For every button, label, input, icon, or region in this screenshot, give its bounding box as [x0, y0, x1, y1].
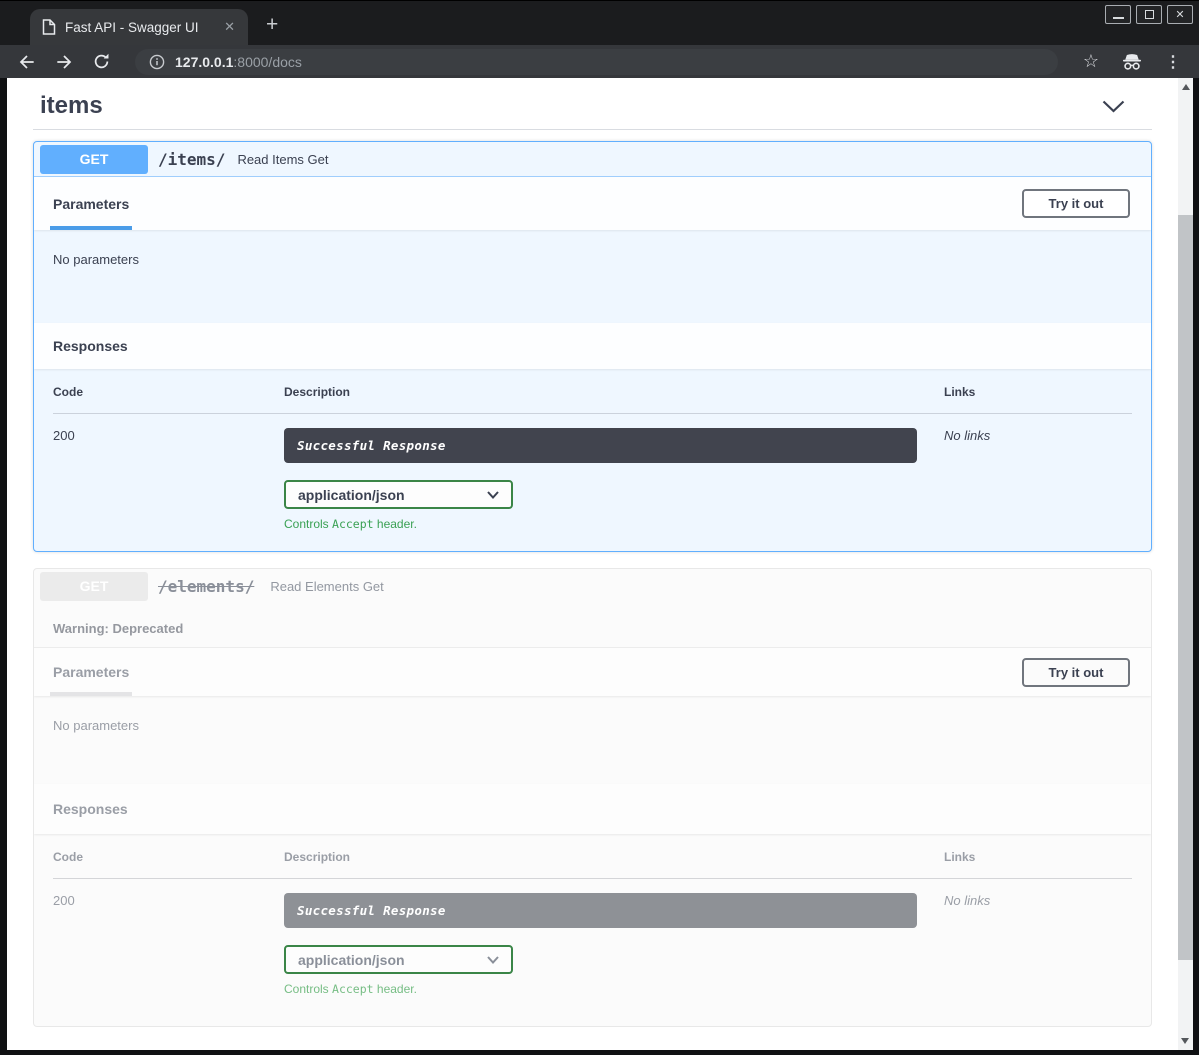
vertical-scrollbar[interactable]: [1178, 78, 1193, 1050]
new-tab-button[interactable]: +: [266, 13, 278, 37]
page-viewport: items GET /items/ Read Items Get: [0, 78, 1199, 1055]
window-controls: ✕: [1105, 5, 1193, 24]
response-row-200: 200 Successful Response application/json…: [53, 879, 1132, 996]
browser-toolbar: 127.0.0.1:8000/docs ☆ ⋮: [0, 45, 1199, 78]
parameters-header: Parameters Try it out: [34, 177, 1151, 230]
responses-body: Code Description Links 200 Successful Re…: [34, 369, 1151, 551]
responses-header: Responses: [34, 784, 1151, 834]
response-row-200: 200 Successful Response application/json…: [53, 414, 1132, 531]
operation-path: /items/: [158, 150, 225, 169]
maximize-button[interactable]: [1136, 5, 1162, 24]
col-links-header: Links: [944, 385, 1132, 399]
url-bar[interactable]: 127.0.0.1:8000/docs: [135, 49, 1058, 75]
scrollbar-up-icon[interactable]: [1182, 84, 1190, 90]
response-description-box: Successful Response: [284, 893, 917, 928]
col-code-header: Code: [53, 385, 284, 399]
try-it-out-button[interactable]: Try it out: [1022, 658, 1130, 687]
browser-tab[interactable]: Fast API - Swagger UI ✕: [30, 9, 248, 45]
media-type-value: application/json: [298, 952, 405, 968]
method-badge: GET: [40, 572, 148, 601]
accept-header-note: Controls Accept header.: [284, 517, 944, 531]
back-button[interactable]: [16, 51, 38, 73]
reload-button[interactable]: [90, 51, 112, 73]
toolbar-right-icons: ☆ ⋮: [1083, 51, 1181, 72]
opblock-get-items: GET /items/ Read Items Get Parameters Tr…: [33, 141, 1152, 552]
opblock-summary[interactable]: GET /elements/ Read Elements Get: [34, 569, 1151, 604]
chevron-down-icon[interactable]: [1101, 99, 1126, 114]
parameters-header: Parameters Try it out: [34, 648, 1151, 696]
section-divider: [33, 129, 1152, 130]
opblock-get-elements-deprecated: GET /elements/ Read Elements Get Warning…: [33, 568, 1152, 1027]
col-description-header: Description: [284, 385, 944, 399]
col-code-header: Code: [53, 850, 284, 864]
tab-parameters[interactable]: Parameters: [53, 648, 129, 696]
response-description-cell: Successful Response application/json Con…: [284, 893, 944, 996]
minimize-icon: [1113, 17, 1124, 19]
parameters-body: No parameters: [34, 230, 1151, 323]
response-code: 200: [53, 893, 284, 996]
response-links: No links: [944, 428, 1132, 531]
tag-title: items: [40, 92, 103, 120]
no-parameters-text: No parameters: [53, 252, 139, 267]
tab-title: Fast API - Swagger UI: [65, 20, 212, 35]
response-code: 200: [53, 428, 284, 531]
accept-header-note: Controls Accept header.: [284, 982, 944, 996]
browser-menu-icon[interactable]: ⋮: [1165, 52, 1181, 72]
responses-title: Responses: [53, 338, 128, 354]
responses-table-header: Code Description Links: [53, 385, 1132, 414]
document-icon: [42, 19, 56, 35]
operation-summary-text: Read Elements Get: [270, 579, 383, 594]
media-type-select[interactable]: application/json: [284, 480, 513, 509]
operation-summary-text: Read Items Get: [237, 152, 328, 167]
site-info-icon[interactable]: [149, 54, 165, 70]
tab-parameters[interactable]: Parameters: [53, 177, 129, 230]
minimize-button[interactable]: [1105, 5, 1131, 24]
method-badge: GET: [40, 145, 148, 174]
media-type-select[interactable]: application/json: [284, 945, 513, 974]
select-chevron-icon: [487, 956, 499, 964]
url-host: 127.0.0.1: [175, 54, 233, 70]
col-links-header: Links: [944, 850, 1132, 864]
no-parameters-text: No parameters: [53, 718, 139, 733]
incognito-icon: [1121, 53, 1143, 71]
responses-table-header: Code Description Links: [53, 850, 1132, 879]
responses-header: Responses: [34, 323, 1151, 369]
response-links: No links: [944, 893, 1132, 996]
response-description-box: Successful Response: [284, 428, 917, 463]
tab-close-icon[interactable]: ✕: [221, 19, 238, 35]
maximize-icon: [1145, 10, 1154, 19]
scrollbar-thumb[interactable]: [1178, 215, 1193, 960]
deprecated-warning: Warning: Deprecated: [34, 604, 1151, 648]
tab-strip: Fast API - Swagger UI ✕ + ✕: [0, 0, 1199, 45]
try-it-out-button[interactable]: Try it out: [1022, 189, 1130, 218]
scrollbar-down-icon[interactable]: [1181, 1038, 1189, 1044]
url-path: :8000/docs: [233, 54, 302, 70]
swagger-page: items GET /items/ Read Items Get: [7, 78, 1178, 1050]
select-chevron-icon: [487, 491, 499, 499]
close-button[interactable]: ✕: [1167, 5, 1193, 24]
forward-button[interactable]: [53, 51, 75, 73]
responses-body: Code Description Links 200 Successful Re…: [34, 834, 1151, 1026]
tag-section-header[interactable]: items: [33, 78, 1152, 120]
media-type-value: application/json: [298, 487, 405, 503]
response-description-cell: Successful Response application/json Con…: [284, 428, 944, 531]
url-text[interactable]: 127.0.0.1:8000/docs: [175, 54, 302, 70]
opblock-summary[interactable]: GET /items/ Read Items Get: [34, 142, 1151, 177]
operation-path: /elements/: [158, 577, 254, 596]
responses-title: Responses: [53, 801, 128, 817]
bookmark-star-icon[interactable]: ☆: [1083, 51, 1099, 72]
parameters-body: No parameters: [34, 696, 1151, 784]
col-description-header: Description: [284, 850, 944, 864]
browser-window: Fast API - Swagger UI ✕ + ✕ 127.0.0.1:80…: [0, 0, 1199, 1055]
